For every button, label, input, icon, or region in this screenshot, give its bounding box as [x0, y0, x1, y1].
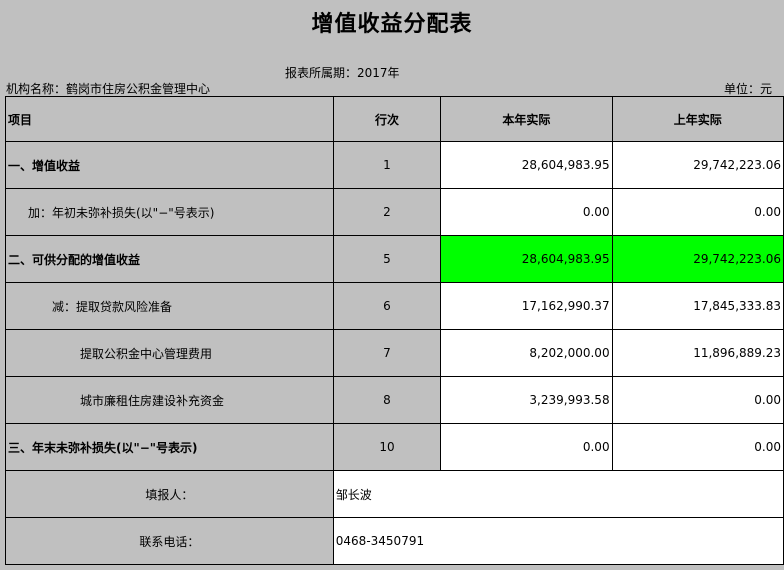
row-item[interactable]: 提取公积金中心管理费用 [5, 329, 334, 377]
header-item[interactable]: 项目 [5, 96, 334, 142]
row-previous[interactable]: 0.00 [611, 188, 784, 236]
row-previous[interactable]: 11,896,889.23 [611, 329, 784, 377]
row-line[interactable]: 1 [332, 141, 442, 189]
row-current[interactable]: 0.00 [440, 423, 613, 471]
row-current[interactable]: 17,162,990.37 [440, 282, 613, 330]
row-current[interactable]: 28,604,983.95 [440, 141, 613, 189]
organization-name: 机构名称：鹤岗市住房公积金管理中心 [6, 82, 211, 96]
row-previous-highlighted[interactable]: 29,742,223.06 [611, 235, 784, 283]
row-item[interactable]: 一、增值收益 [5, 141, 334, 189]
table-row: 城市廉租住房建设补充资金 8 3,239,993.58 0.00 [5, 376, 784, 424]
row-item[interactable]: 二、可供分配的增值收益 [5, 235, 334, 283]
table-row: 加：年初未弥补损失(以"−"号表示) 2 0.00 0.00 [5, 188, 784, 236]
report-sheet: 增值收益分配表 报表所属期：2017年 机构名称：鹤岗市住房公积金管理中心 单位… [0, 0, 784, 570]
row-current[interactable]: 3,239,993.58 [440, 376, 613, 424]
row-line[interactable]: 2 [332, 188, 442, 236]
row-item[interactable]: 加：年初未弥补损失(以"−"号表示) [5, 188, 334, 236]
table-row: 一、增值收益 1 28,604,983.95 29,742,223.06 [5, 141, 784, 189]
table-row: 三、年末未弥补损失(以"−"号表示) 10 0.00 0.00 [5, 423, 784, 471]
row-line[interactable]: 5 [332, 235, 442, 283]
header-line[interactable]: 行次 [332, 96, 442, 142]
row-previous[interactable]: 0.00 [611, 423, 784, 471]
table-row: 二、可供分配的增值收益 5 28,604,983.95 29,742,223.0… [5, 235, 784, 283]
row-item[interactable]: 城市廉租住房建设补充资金 [5, 376, 334, 424]
header-current-year[interactable]: 本年实际 [440, 96, 613, 142]
header-previous-year[interactable]: 上年实际 [611, 96, 784, 142]
row-previous[interactable]: 29,742,223.06 [611, 141, 784, 189]
filler-value[interactable]: 邹长波 [332, 470, 784, 518]
currency-unit: 单位：元 [723, 82, 772, 96]
table-row: 减：提取贷款风险准备 6 17,162,990.37 17,845,333.83 [5, 282, 784, 330]
filler-label: 填报人： [5, 470, 334, 518]
report-period: 报表所属期：2017年 [285, 66, 400, 80]
row-current[interactable]: 0.00 [440, 188, 613, 236]
table-header-row: 项目 行次 本年实际 上年实际 [5, 96, 784, 142]
row-item[interactable]: 三、年末未弥补损失(以"−"号表示) [5, 423, 334, 471]
row-line[interactable]: 10 [332, 423, 442, 471]
row-previous[interactable]: 0.00 [611, 376, 784, 424]
table-row: 提取公积金中心管理费用 7 8,202,000.00 11,896,889.23 [5, 329, 784, 377]
row-current-highlighted[interactable]: 28,604,983.95 [440, 235, 613, 283]
row-line[interactable]: 7 [332, 329, 442, 377]
row-line[interactable]: 8 [332, 376, 442, 424]
phone-value[interactable]: 0468-3450791 [332, 517, 784, 565]
row-previous[interactable]: 17,845,333.83 [611, 282, 784, 330]
report-title: 增值收益分配表 [311, 12, 473, 37]
row-item[interactable]: 减：提取贷款风险准备 [5, 282, 334, 330]
row-line[interactable]: 6 [332, 282, 442, 330]
footer-row-filler: 填报人： 邹长波 [5, 470, 784, 518]
distribution-table: 项目 行次 本年实际 上年实际 一、增值收益 1 28,604,983.95 2… [5, 96, 784, 565]
phone-label: 联系电话： [5, 517, 334, 565]
row-current[interactable]: 8,202,000.00 [440, 329, 613, 377]
footer-row-phone: 联系电话： 0468-3450791 [5, 517, 784, 565]
